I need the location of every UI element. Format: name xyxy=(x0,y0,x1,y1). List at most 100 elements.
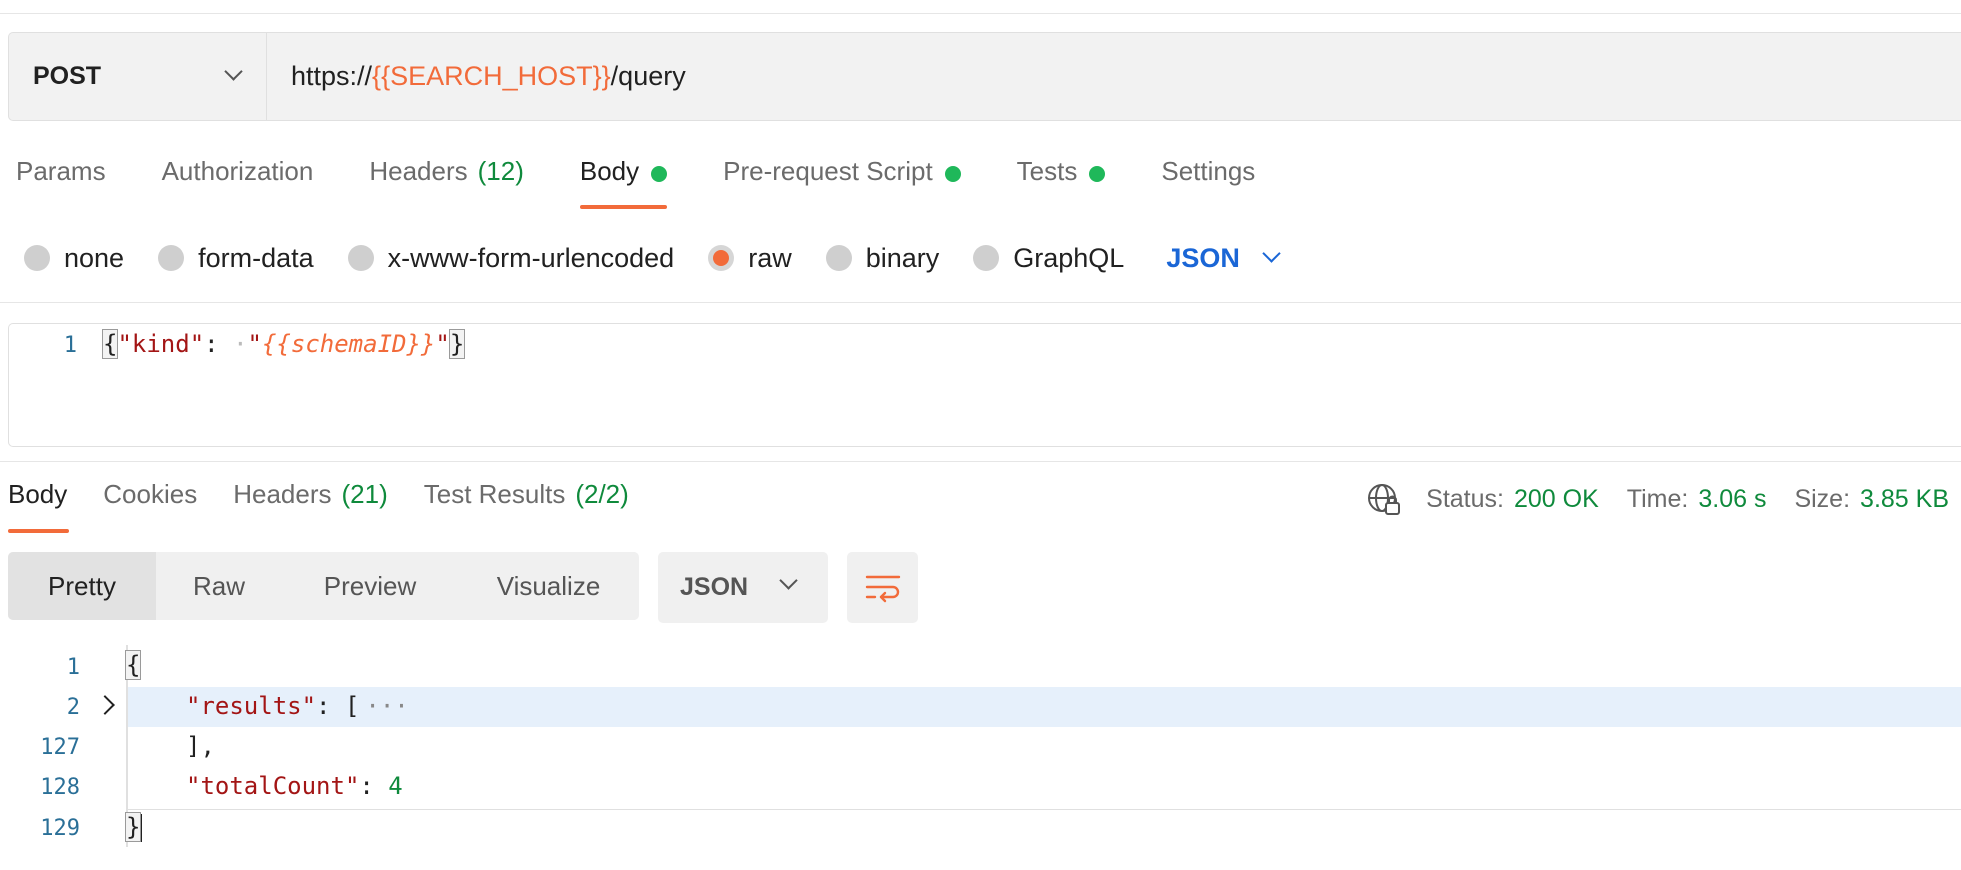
response-language-dropdown[interactable]: JSON xyxy=(658,552,828,623)
view-pretty[interactable]: Pretty xyxy=(8,552,156,620)
tab-label: Params xyxy=(16,156,106,186)
active-tab-underline xyxy=(579,205,668,209)
size-value[interactable]: 3.85 KB xyxy=(1860,485,1949,514)
status-value[interactable]: 200 OK xyxy=(1514,485,1599,514)
editor-line-border xyxy=(128,809,1961,810)
status-dot-icon xyxy=(651,166,668,182)
method-dropdown[interactable]: POST xyxy=(9,33,267,120)
json-key: "kind" xyxy=(117,330,205,358)
code-line: { xyxy=(124,650,142,680)
folded-content-icon[interactable]: ··· xyxy=(365,692,408,720)
view-label: Preview xyxy=(323,570,417,601)
tab-label: Authorization xyxy=(161,156,314,186)
time-value[interactable]: 3.06 s xyxy=(1698,485,1766,514)
radio-icon xyxy=(347,245,374,271)
body-language-dropdown[interactable]: JSON xyxy=(1166,243,1286,274)
tab-headers[interactable]: Headers (12) xyxy=(369,156,524,212)
view-label: Visualize xyxy=(496,570,601,601)
text-cursor xyxy=(140,814,143,842)
radio-none[interactable]: none xyxy=(24,243,124,274)
view-label: Raw xyxy=(192,570,245,601)
open-quote: " xyxy=(247,330,262,358)
tab-count: (21) xyxy=(341,479,388,509)
json-colon: : xyxy=(204,330,219,358)
tab-label: Pre-request Script xyxy=(723,156,933,186)
chevron-down-icon xyxy=(224,62,243,81)
tab-authorization[interactable]: Authorization xyxy=(162,156,314,212)
tab-label: Test Results xyxy=(423,479,566,509)
tab-label: Headers xyxy=(233,479,332,509)
radio-icon xyxy=(24,245,50,271)
tab-response-headers[interactable]: Headers (21) xyxy=(233,479,388,535)
chevron-right-icon[interactable] xyxy=(95,695,115,715)
radio-icon xyxy=(158,245,185,271)
close-quote: " xyxy=(435,330,450,358)
radio-label: GraphQL xyxy=(1013,242,1125,273)
tab-params[interactable]: Params xyxy=(16,156,106,212)
tab-pre-request-script[interactable]: Pre-request Script xyxy=(723,156,961,212)
tab-cookies[interactable]: Cookies xyxy=(103,479,197,535)
tab-test-results[interactable]: Test Results (2/2) xyxy=(424,479,629,535)
url-suffix: /query xyxy=(610,61,686,91)
radio-selected-icon xyxy=(708,245,735,271)
code-line: ], xyxy=(186,732,215,760)
radio-x-www-form-urlencoded[interactable]: x-www-form-urlencoded xyxy=(347,242,675,274)
code-line: "results": [··· xyxy=(186,692,409,720)
divider xyxy=(0,461,1961,462)
open-brace: { xyxy=(124,650,142,680)
chevron-down-icon xyxy=(779,571,798,590)
close-brace: } xyxy=(448,329,466,359)
globe-lock-icon[interactable] xyxy=(1366,481,1402,517)
request-tabs: Params Authorization Headers (12) Body P… xyxy=(16,156,1311,212)
divider xyxy=(0,302,1961,303)
json-key: "totalCount" xyxy=(186,772,360,800)
radio-raw[interactable]: raw xyxy=(708,243,792,274)
json-colon: : xyxy=(359,772,374,800)
url-input[interactable]: https://{{SEARCH_HOST}}/query xyxy=(267,33,686,120)
request-body-editor[interactable]: 1 {"kind": ·"{{schemaID}}"} xyxy=(8,323,1961,447)
tab-label: Body xyxy=(8,479,68,509)
tab-label: Settings xyxy=(1161,156,1256,186)
tab-tests[interactable]: Tests xyxy=(1017,156,1106,212)
body-language-label: JSON xyxy=(1166,242,1240,273)
view-preview[interactable]: Preview xyxy=(282,552,458,620)
json-number-value: 4 xyxy=(388,772,403,800)
tab-label: Tests xyxy=(1016,156,1078,186)
response-status: Status: 200 OK Time: 3.06 s Size: 3.85 K… xyxy=(1366,481,1949,517)
code-line: "totalCount": 4 xyxy=(186,772,403,800)
view-label: Pretty xyxy=(48,570,116,601)
size-label: Size: xyxy=(1794,484,1851,513)
tab-settings[interactable]: Settings xyxy=(1161,156,1255,212)
tab-count: (2/2) xyxy=(575,479,629,509)
response-body-viewer[interactable]: 1 2 127 128 129 { "results": [··· ], "to… xyxy=(0,645,1961,870)
radio-binary[interactable]: binary xyxy=(825,242,940,274)
radio-label: binary xyxy=(865,242,940,273)
radio-graphql[interactable]: GraphQL xyxy=(973,243,1124,274)
line-number: 2 xyxy=(66,695,80,720)
wrap-lines-icon xyxy=(865,575,900,602)
view-visualize[interactable]: Visualize xyxy=(458,552,639,620)
close-bracket: ], xyxy=(186,732,215,760)
code-line: } xyxy=(124,812,143,842)
radio-label: raw xyxy=(748,242,792,273)
tab-count: (12) xyxy=(477,156,524,186)
tab-label: Headers xyxy=(369,156,468,186)
status-label: Status: xyxy=(1426,484,1504,513)
radio-label: x-www-form-urlencoded xyxy=(387,242,675,273)
view-raw[interactable]: Raw xyxy=(156,552,282,620)
radio-label: form-data xyxy=(198,242,314,273)
wrap-lines-button[interactable] xyxy=(847,552,918,623)
response-view-selector: Pretty Raw Preview Visualize xyxy=(8,552,639,620)
response-language-label: JSON xyxy=(680,573,749,601)
method-label: POST xyxy=(33,62,102,90)
tab-body[interactable]: Body xyxy=(579,156,668,212)
active-tab-underline xyxy=(8,529,70,533)
status-dot-icon xyxy=(1089,166,1106,182)
line-number: 128 xyxy=(40,775,80,800)
radio-form-data[interactable]: form-data xyxy=(158,243,314,274)
tab-response-body[interactable]: Body xyxy=(8,479,70,535)
tab-label: Body xyxy=(579,156,640,186)
response-tabs: Body Cookies Headers (21) Test Results (… xyxy=(8,479,665,535)
request-bar: POST https://{{SEARCH_HOST}}/query xyxy=(8,32,1961,121)
line-number: 127 xyxy=(40,735,80,760)
